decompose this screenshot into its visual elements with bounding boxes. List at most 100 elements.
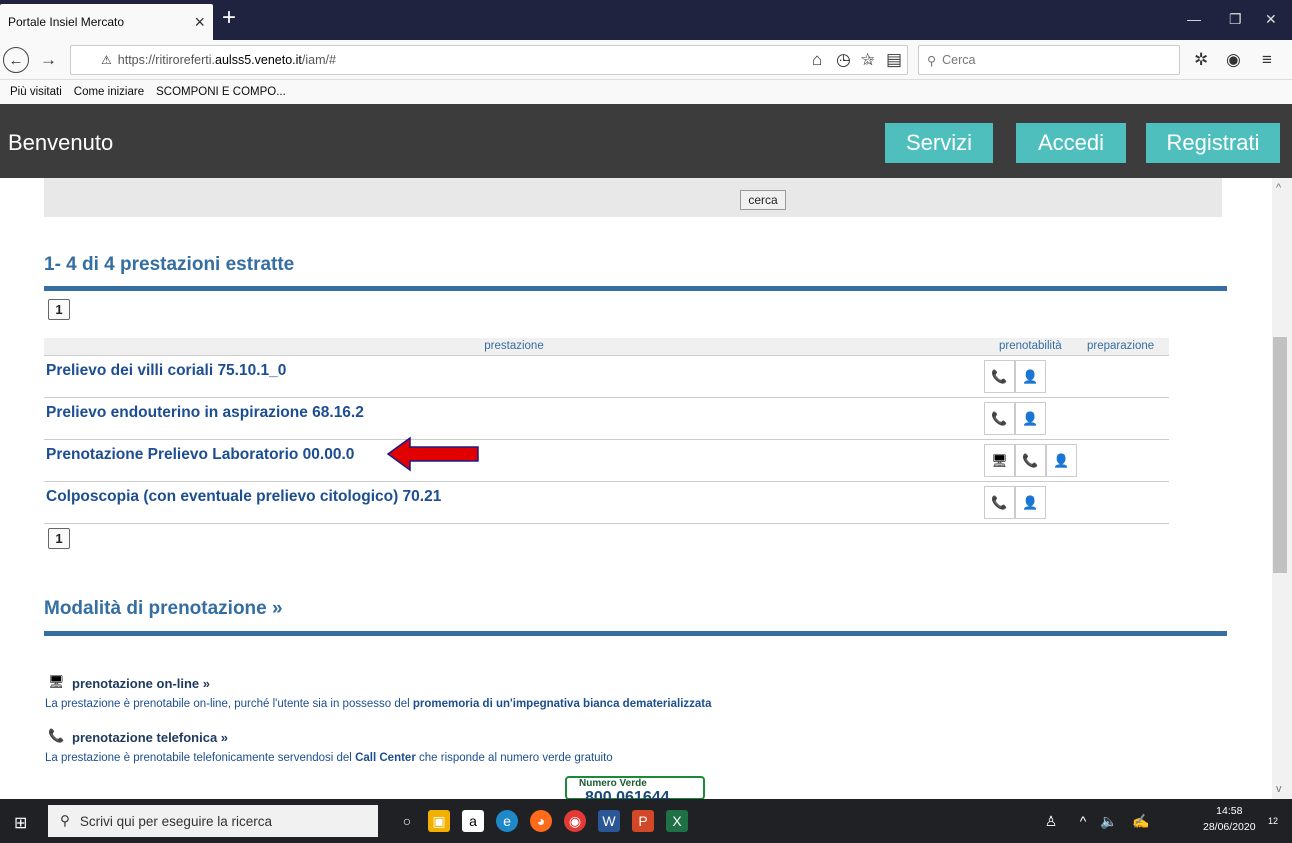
new-tab-icon[interactable]: + bbox=[222, 6, 236, 30]
online-desc-bold: promemoria di un'impegnativa bianca dema… bbox=[412, 698, 712, 710]
bookmark-scomponi[interactable]: SCOMPONI E COMPO... bbox=[156, 86, 286, 98]
phone-desc-text: La prestazione è prenotabile telefonicam… bbox=[45, 752, 352, 764]
lock-warning-icon: ⚠ bbox=[101, 53, 112, 67]
phone-booking-title[interactable]: prenotazione telefonica » bbox=[72, 730, 228, 745]
accedi-button[interactable]: Accedi bbox=[1016, 123, 1126, 163]
browser-search-field[interactable]: ⚲ Cerca bbox=[918, 45, 1180, 75]
prestazione-link[interactable]: Colposcopia (con eventuale prelievo cito… bbox=[46, 488, 441, 506]
telephone-booking-icon[interactable]: 📞 bbox=[984, 402, 1015, 435]
page-content: cerca 1- 4 di 4 prestazioni estratte 1 p… bbox=[0, 178, 1272, 799]
tray-chevron-icon[interactable]: ^ bbox=[1072, 810, 1094, 832]
pen-icon[interactable]: ✍ bbox=[1130, 810, 1152, 832]
chrome-icon[interactable]: ◉ bbox=[564, 810, 586, 832]
prestazione-link[interactable]: Prelievo endouterino in aspirazione 68.1… bbox=[46, 404, 364, 422]
phone-booking-desc: La prestazione è prenotabile telefonicam… bbox=[45, 752, 613, 764]
red-arrow-annotation bbox=[386, 436, 479, 472]
firefox-icon[interactable]: ◕ bbox=[530, 810, 552, 832]
table-row: Prenotazione Prelievo Laboratorio 00.00.… bbox=[44, 440, 1169, 482]
divider bbox=[44, 286, 1227, 291]
task-view-icon[interactable]: ○ bbox=[396, 810, 418, 832]
url-path: /iam/# bbox=[301, 53, 336, 67]
prestazione-link[interactable]: Prelievo dei villi coriali 75.10.1_0 bbox=[46, 362, 286, 380]
store-icon[interactable]: ▣ bbox=[428, 810, 450, 832]
person-booking-icon[interactable]: 👤 bbox=[1015, 486, 1046, 519]
edge-icon[interactable]: e bbox=[496, 810, 518, 832]
account-icon[interactable]: ◉ bbox=[1226, 50, 1241, 70]
taskbar: ⊞ ⚲ Scrivi qui per eseguire la ricerca ○… bbox=[0, 799, 1292, 843]
bookmark-come-iniziare[interactable]: Come iniziare bbox=[74, 86, 144, 98]
taskbar-search[interactable]: ⚲ Scrivi qui per eseguire la ricerca bbox=[48, 805, 378, 837]
online-booking-desc: La prestazione è prenotabile on-line, pu… bbox=[45, 698, 712, 710]
search-icon: ⚲ bbox=[60, 813, 70, 828]
clock[interactable]: 14:58 28/06/2020 bbox=[1203, 803, 1256, 835]
column-prestazione: prestazione bbox=[484, 340, 544, 352]
cerca-button[interactable]: cerca bbox=[740, 190, 786, 210]
column-prenotabilita: prenotabilità bbox=[999, 340, 1062, 352]
forward-icon[interactable]: → bbox=[40, 50, 57, 70]
person-booking-icon[interactable]: 👤 bbox=[1015, 402, 1046, 435]
online-booking-icon[interactable]: 🖥 bbox=[984, 444, 1015, 477]
results-table: prestazione prenotabilità preparazione P… bbox=[44, 338, 1169, 524]
browser-tab[interactable]: Portale Insiel Mercato × bbox=[0, 4, 213, 40]
search-panel: cerca bbox=[44, 178, 1222, 217]
clock-time: 14:58 bbox=[1216, 805, 1243, 817]
servizi-button[interactable]: Servizi bbox=[885, 123, 993, 163]
table-header: prestazione prenotabilità preparazione bbox=[44, 338, 1169, 356]
registrati-button[interactable]: Registrati bbox=[1146, 123, 1280, 163]
url-domain: aulss5.veneto.it bbox=[215, 53, 302, 67]
browser-search-placeholder: Cerca bbox=[942, 53, 976, 67]
notification-count: 12 bbox=[1267, 816, 1278, 826]
menu-icon[interactable]: ≡ bbox=[1262, 50, 1272, 70]
powerpoint-icon[interactable]: P bbox=[632, 810, 654, 832]
extension-icon[interactable]: ✲ bbox=[1194, 50, 1208, 70]
bookmarks-icon[interactable]: ☆ bbox=[860, 50, 875, 70]
taskbar-search-placeholder: Scrivi qui per eseguire la ricerca bbox=[79, 813, 272, 829]
restore-icon[interactable]: ❐ bbox=[1229, 11, 1242, 28]
close-tab-icon[interactable]: × bbox=[194, 12, 205, 33]
person-booking-icon[interactable]: 👤 bbox=[1046, 444, 1077, 477]
minimize-icon[interactable]: — bbox=[1187, 11, 1201, 27]
site-header: Benvenuto Servizi Accedi Registrati bbox=[0, 104, 1292, 178]
page-number-button[interactable]: 1 bbox=[48, 528, 70, 549]
scroll-up-icon[interactable]: ^ bbox=[1276, 182, 1281, 194]
telephone-booking-icon[interactable]: 📞 bbox=[984, 486, 1015, 519]
word-icon[interactable]: W bbox=[598, 810, 620, 832]
navigation-toolbar: ← → ⚠ https://ritiroreferti. aulss5.venet… bbox=[0, 40, 1292, 80]
excel-icon[interactable]: X bbox=[666, 810, 688, 832]
numero-verde-number: 800 061644 bbox=[585, 789, 670, 799]
amazon-icon[interactable]: a bbox=[462, 810, 484, 832]
numero-verde-badge: Numero Verde 800 061644 bbox=[565, 776, 705, 799]
home-icon[interactable]: ⌂ bbox=[812, 50, 822, 70]
volume-icon[interactable]: 🔈 bbox=[1098, 810, 1120, 832]
phone-desc-end: che risponde al numero verde gratuito bbox=[419, 752, 613, 764]
history-icon[interactable]: ◷ bbox=[836, 50, 851, 70]
telephone-booking-icon: 📞 bbox=[48, 728, 65, 743]
welcome-title: Benvenuto bbox=[8, 130, 114, 155]
numero-verde-label: Numero Verde bbox=[579, 778, 647, 789]
print-icon[interactable]: ▤ bbox=[886, 50, 902, 70]
telephone-booking-icon[interactable]: 📞 bbox=[1015, 444, 1046, 477]
modalita-heading[interactable]: Modalità di prenotazione » bbox=[44, 598, 283, 620]
close-window-icon[interactable]: ✕ bbox=[1265, 11, 1277, 28]
page-number-button[interactable]: 1 bbox=[48, 299, 70, 320]
tab-title: Portale Insiel Mercato bbox=[8, 15, 125, 29]
prestazione-link[interactable]: Prenotazione Prelievo Laboratorio 00.00.… bbox=[46, 446, 354, 464]
online-desc-text: La prestazione è prenotabile on-line, pu… bbox=[45, 698, 410, 710]
people-icon[interactable]: ♙ bbox=[1040, 810, 1062, 832]
person-booking-icon[interactable]: 👤 bbox=[1015, 360, 1046, 393]
results-heading: 1- 4 di 4 prestazioni estratte bbox=[44, 254, 295, 275]
notifications-icon[interactable]: 12 bbox=[1262, 810, 1284, 832]
scroll-down-icon[interactable]: v bbox=[1276, 783, 1282, 795]
bookmark-piu-visitati[interactable]: Più visitati bbox=[10, 86, 62, 98]
divider bbox=[44, 631, 1227, 636]
scrollbar-thumb[interactable] bbox=[1273, 337, 1287, 573]
online-booking-title[interactable]: prenotazione on-line » bbox=[72, 676, 210, 691]
telephone-booking-icon[interactable]: 📞 bbox=[984, 360, 1015, 393]
browser-tab-bar: Portale Insiel Mercato × + — ❐ ✕ bbox=[0, 0, 1292, 40]
search-icon: ⚲ bbox=[927, 53, 937, 68]
windows-start-icon[interactable]: ⊞ bbox=[14, 813, 27, 833]
url-field[interactable]: ⚠ https://ritiroreferti. aulss5.veneto.it… bbox=[70, 45, 908, 75]
back-icon[interactable]: ← bbox=[3, 47, 29, 73]
table-row: Prelievo dei villi coriali 75.10.1_0 📞 👤 bbox=[44, 356, 1169, 398]
phone-desc-bold: Call Center bbox=[355, 752, 416, 764]
